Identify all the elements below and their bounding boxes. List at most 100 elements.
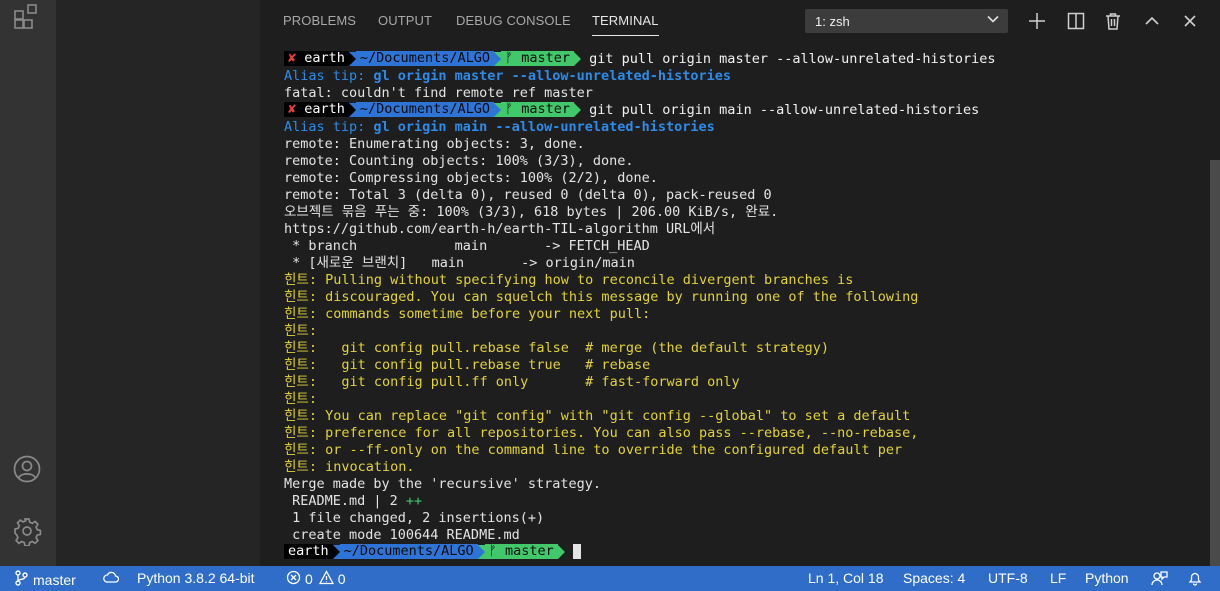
trash-icon[interactable] — [1102, 10, 1124, 32]
merge-line: Merge made by the 'recursive' strategy. — [284, 476, 601, 492]
error-icon — [286, 570, 301, 588]
output-line: remote: Total 3 (delta 0), reused 0 (del… — [284, 187, 772, 203]
indentation[interactable]: Spaces: 4 — [903, 570, 965, 586]
sync-icon[interactable] — [103, 570, 119, 586]
powerline-arrow-icon — [574, 52, 581, 66]
powerline-arrow-icon — [493, 103, 501, 117]
hint-line: 힌트: git config pull.ff only # fast-forwa… — [284, 374, 740, 390]
powerline-arrow-icon — [493, 52, 501, 66]
hint-line: 힌트: git config pull.rebase true # rebase — [284, 357, 651, 373]
powerline-arrow-icon — [477, 545, 485, 559]
problems-status[interactable]: 0 0 — [286, 570, 346, 588]
prompt-line: ✘ earth ~/Documents/ALGO ᚠ master git pull… — [284, 51, 1204, 68]
feedback-icon[interactable] — [1151, 570, 1168, 587]
hint-line: 힌트: or --ff-only on the command line to … — [284, 442, 903, 458]
alias-tip: Alias tip: gl origin main --allow-unrela… — [284, 119, 1204, 136]
account-icon[interactable] — [10, 452, 44, 486]
output-line: 오브젝트 묶음 푸는 중: 100% (3/3), 618 bytes | 20… — [284, 204, 779, 220]
end-of-line[interactable]: LF — [1050, 570, 1066, 586]
git-branch-icon — [14, 570, 28, 589]
prompt-path: ~/Documents/ALGO — [355, 102, 494, 117]
diffstat-plus: ++ — [405, 493, 423, 509]
prompt-path: ~/Documents/ALGO — [339, 544, 478, 559]
hint-line: 힌트: discouraged. You can squelch this me… — [284, 289, 919, 305]
prompt-line: earth ~/Documents/ALGO ᚠ master — [284, 544, 1204, 561]
prompt-user: earth — [288, 543, 329, 559]
prompt-branch-segment: ᚠ master — [500, 50, 574, 66]
prompt-branch: master — [521, 50, 570, 66]
tab-debug-console[interactable]: DEBUG CONSOLE — [456, 13, 571, 28]
powerline-arrow-icon — [574, 103, 581, 117]
warning-count: 0 — [337, 571, 346, 587]
powerline-arrow-icon — [348, 52, 356, 66]
prompt-branch: master — [504, 543, 554, 559]
alias-tip-command: gl origin main --allow-unrelated-histori… — [373, 119, 715, 135]
hint-line: 힌트: git config pull.rebase false # merge… — [284, 340, 830, 356]
chevron-down-icon — [986, 12, 1000, 29]
output-line: * branch main -> FETCH_HEAD — [284, 238, 650, 254]
hint-line: 힌트: You can replace "git config" with "g… — [284, 408, 911, 424]
gear-icon[interactable] — [10, 514, 44, 548]
prompt-branch: master — [521, 101, 570, 117]
hint-line: 힌트: Pulling without specifying how to re… — [284, 272, 854, 288]
cursor-position[interactable]: Ln 1, Col 18 — [808, 570, 884, 586]
hint-line: 힌트: preference for all repositories. You… — [284, 425, 919, 441]
output-line: https://github.com/earth-h/earth-TIL-alg… — [284, 221, 716, 237]
diffstat-line: README.md | 2 ++ — [284, 493, 1204, 510]
alias-tip-label: Alias tip: — [284, 119, 374, 135]
prompt-path: ~/Documents/ALGO — [355, 51, 494, 66]
powerline-arrow-icon — [348, 103, 356, 117]
git-branch-icon: ᚠ — [488, 543, 497, 559]
output-line: * [새로운 브랜치] main -> origin/main — [284, 255, 635, 271]
hint-line: 힌트: — [284, 391, 317, 407]
tab-terminal[interactable]: TERMINAL — [592, 13, 659, 36]
diffstat-file: README.md | 2 — [284, 493, 406, 509]
prompt-user-segment: ✘ earth — [284, 102, 349, 117]
prompt-user-segment: earth — [284, 544, 333, 559]
panel-tabs: PROBLEMS OUTPUT DEBUG CONSOLE TERMINAL 1… — [260, 0, 1220, 42]
prompt-user: earth — [304, 50, 345, 66]
tab-output[interactable]: OUTPUT — [378, 13, 432, 28]
git-branch-icon: ᚠ — [504, 50, 514, 66]
extensions-icon[interactable] — [10, 0, 44, 34]
language-mode[interactable]: Python — [1085, 570, 1129, 586]
output-line: remote: Counting objects: 100% (3/3), do… — [284, 153, 634, 169]
close-icon[interactable] — [1179, 10, 1201, 32]
error-count: 0 — [305, 571, 313, 587]
terminal-select-value: 1: zsh — [815, 14, 850, 29]
terminal-scrollbar[interactable] — [1210, 160, 1220, 566]
command-text: git pull origin main --allow-unrelated-h… — [589, 102, 980, 118]
hint-line: 힌트: — [284, 323, 317, 339]
powerline-arrow-icon — [557, 545, 565, 559]
git-branch-icon: ᚠ — [504, 101, 514, 117]
alias-tip-label: Alias tip: — [284, 68, 374, 84]
activity-bar — [0, 0, 56, 566]
alias-tip-command: gl origin master --allow-unrelated-histo… — [373, 68, 732, 84]
prompt-branch-segment: ᚠ master — [500, 101, 574, 117]
terminal-output[interactable]: ✘ earth ~/Documents/ALGO ᚠ master git pull… — [284, 51, 1204, 561]
terminal-cursor — [572, 544, 581, 559]
python-interpreter[interactable]: Python 3.8.2 64-bit — [137, 570, 255, 586]
prompt-branch-segment: ᚠ master — [484, 543, 558, 559]
command-text: git pull origin master --allow-unrelated… — [589, 51, 996, 67]
alias-tip: Alias tip: gl origin master --allow-unre… — [284, 68, 1204, 85]
sidebar — [56, 0, 260, 566]
terminal-select[interactable]: 1: zsh — [805, 9, 1008, 33]
fatal-line: fatal: couldn't find remote ref master — [284, 85, 593, 101]
encoding[interactable]: UTF-8 — [988, 570, 1028, 586]
create-mode-line: create mode 100644 README.md — [284, 527, 520, 543]
chevron-up-icon[interactable] — [1141, 10, 1163, 32]
output-line: remote: Enumerating objects: 3, done. — [284, 136, 585, 152]
powerline-arrow-icon — [332, 545, 340, 559]
tab-problems[interactable]: PROBLEMS — [283, 13, 356, 28]
prompt-line: ✘ earth ~/Documents/ALGO ᚠ master git pull… — [284, 102, 1204, 119]
hint-line: 힌트: commands sometime before your next p… — [284, 306, 651, 322]
summary-line: 1 file changed, 2 insertions(+) — [284, 510, 545, 526]
output-line: remote: Compressing objects: 100% (2/2),… — [284, 170, 658, 186]
bell-icon[interactable] — [1187, 570, 1203, 586]
prompt-user-segment: ✘ earth — [284, 51, 349, 66]
status-bar: master Python 3.8.2 64-bit 0 0 Ln 1, Col… — [0, 566, 1220, 591]
branch-status[interactable]: master — [14, 570, 76, 589]
split-terminal-icon[interactable] — [1065, 10, 1087, 32]
new-terminal-icon[interactable] — [1026, 10, 1048, 32]
